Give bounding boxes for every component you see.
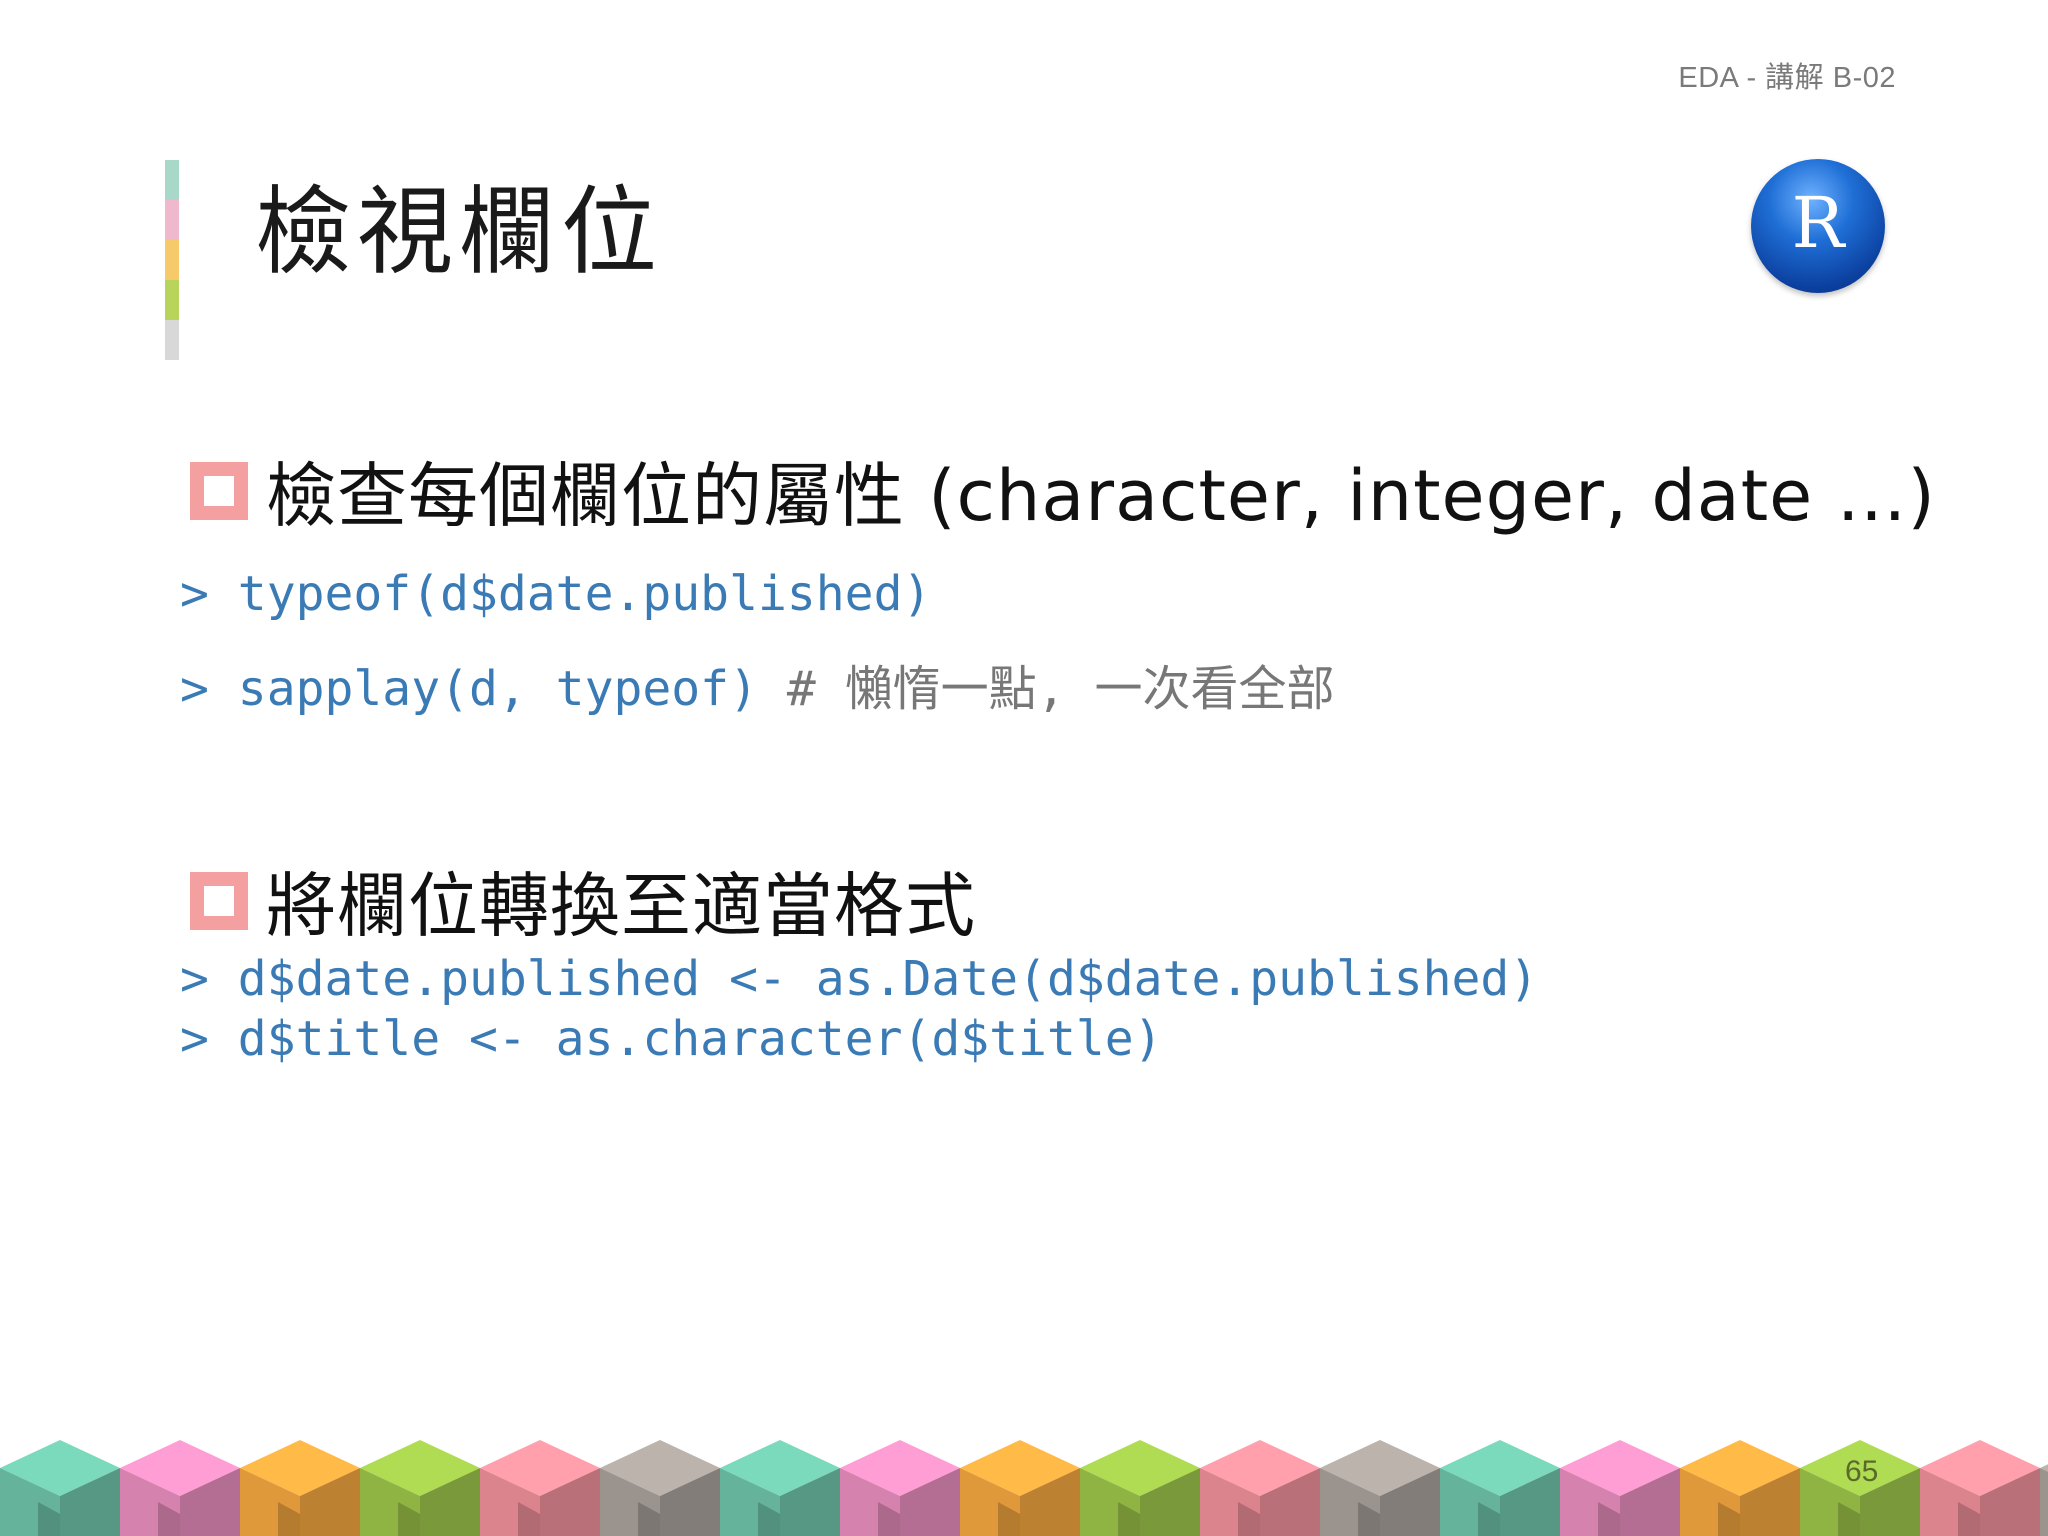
cube-shape [480,1440,600,1536]
cube-shape [120,1440,240,1536]
slide-title: 檢視欄位 [255,176,663,288]
header-tag: EDA - 講解 B-02 [1678,62,1896,94]
cube-shape [0,1440,120,1536]
code-prompt: > [180,566,238,622]
cube-shape [1920,1440,2040,1536]
code-text: typeof(d$date.published) [237,566,932,622]
code-line: > typeof(d$date.published) [180,570,931,618]
cube-shape [1320,1440,1440,1536]
cube-shape [720,1440,840,1536]
bullet-item: 檢查每個欄位的屬性 (character, integer, date …) [190,440,1936,541]
bullet-square-icon [190,871,248,930]
accent-segment [165,320,179,360]
cube-shape [240,1440,360,1536]
code-text: d$date.published <- as.Date(d$date.publi… [237,951,1539,1007]
cube-shape [1440,1440,1560,1536]
cube-shape [1680,1440,1800,1536]
decorative-cube-band [0,1440,2048,1536]
code-text: d$title <- as.character(d$title) [237,1011,1163,1067]
title-accent-bar [165,160,179,360]
r-logo-icon: R [1751,159,1885,293]
accent-segment [165,240,179,280]
cube-shape [1080,1440,1200,1536]
code-line: > d$title <- as.character(d$title) [180,1015,1163,1063]
cube-shape [600,1440,720,1536]
cube-shape [1560,1440,1680,1536]
cube-shape [1200,1440,1320,1536]
code-prompt: > [180,951,238,1007]
slide: EDA - 講解 B-02 檢視欄位 R 檢查每個欄位的屬性 (characte… [0,0,2048,1536]
code-prompt: > [180,1011,238,1067]
cube-shape [840,1440,960,1536]
code-prompt: > [180,661,238,717]
accent-segment [165,200,179,240]
cube-shape [360,1440,480,1536]
code-comment: # 懶惰一點, 一次看全部 [757,661,1335,717]
r-logo-letter: R [1791,182,1845,264]
code-line: > sapplay(d, typeof) # 懶惰一點, 一次看全部 [180,665,1334,713]
page-number: 65 [1845,1455,1879,1488]
bullet-text: 檢查每個欄位的屬性 (character, integer, date …) [266,455,1936,537]
bullet-item: 將欄位轉換至適當格式 [190,850,976,951]
code-line: > d$date.published <- as.Date(d$date.pub… [180,955,1538,1003]
bullet-square-icon [190,461,248,520]
accent-segment [165,280,179,320]
accent-segment [165,160,179,200]
bullet-text: 將欄位轉換至適當格式 [266,865,976,947]
cube-shape [2040,1464,2048,1536]
cube-shape [960,1440,1080,1536]
code-text: sapplay(d, typeof) [237,661,758,717]
